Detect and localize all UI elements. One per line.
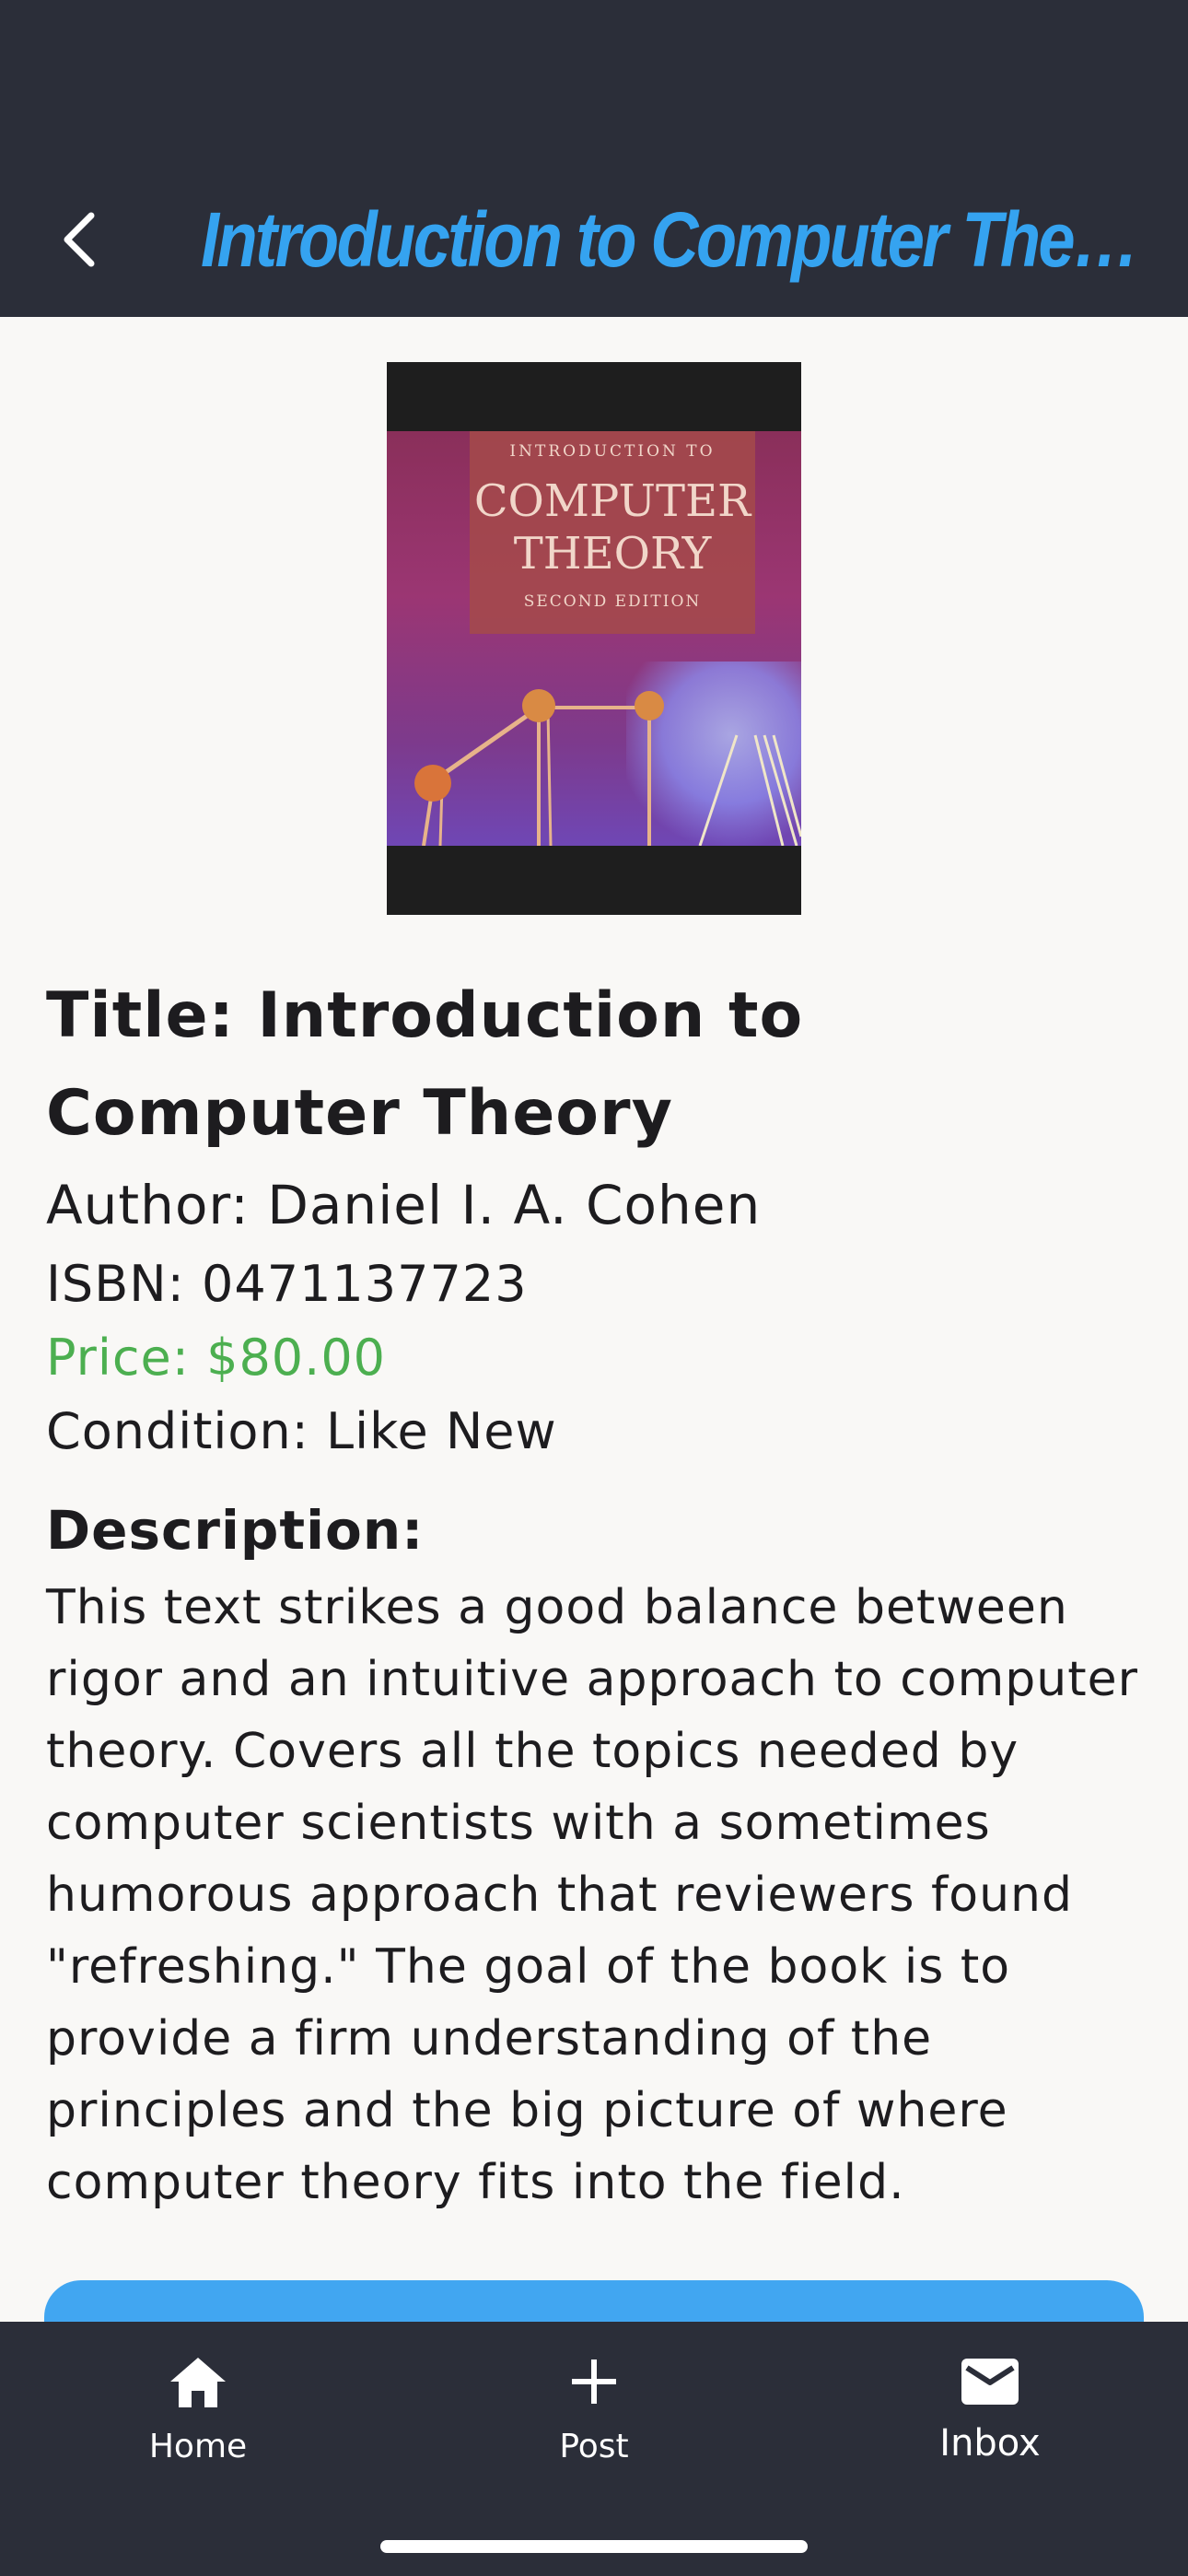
- book-description: This text strikes a good balance between…: [46, 1580, 1138, 2210]
- nav-label-inbox: Inbox: [939, 2422, 1041, 2465]
- nav-item-post[interactable]: Post: [474, 2349, 714, 2497]
- top-app-bar: Introduction to Computer Theory: [0, 0, 1188, 317]
- cover-illustration: [414, 689, 801, 846]
- plus-icon: [562, 2349, 626, 2414]
- page-title: Introduction to Computer Theory: [201, 196, 1140, 283]
- nav-item-home[interactable]: Home: [78, 2349, 318, 2497]
- nav-label-home: Home: [148, 2428, 248, 2465]
- book-author: Author: Daniel I. A. Cohen: [46, 1174, 762, 1236]
- nav-item-inbox[interactable]: Inbox: [870, 2349, 1110, 2497]
- home-icon: [166, 2349, 230, 2414]
- nav-label-post: Post: [559, 2428, 629, 2465]
- book-condition: Condition: Like New: [46, 1402, 557, 1460]
- description-heading: Description:: [46, 1499, 425, 1562]
- book-title: Title: Introduction to Computer Theory: [46, 979, 804, 1150]
- mail-icon: [958, 2349, 1022, 2414]
- home-indicator: [380, 2540, 808, 2553]
- book-details: Title: Introduction to Computer Theory A…: [46, 967, 1142, 2219]
- book-cover-image: INTRODUCTION TO COMPUTER THEORY SECOND E…: [387, 362, 801, 915]
- back-button[interactable]: [46, 198, 111, 281]
- book-isbn: ISBN: 0471137723: [46, 1255, 528, 1313]
- bottom-navigation: Home Post Inbox: [0, 2322, 1188, 2576]
- book-cover-art: INTRODUCTION TO COMPUTER THEORY SECOND E…: [387, 431, 801, 846]
- chevron-left-icon: [64, 212, 95, 267]
- book-price: Price: $80.00: [46, 1329, 387, 1387]
